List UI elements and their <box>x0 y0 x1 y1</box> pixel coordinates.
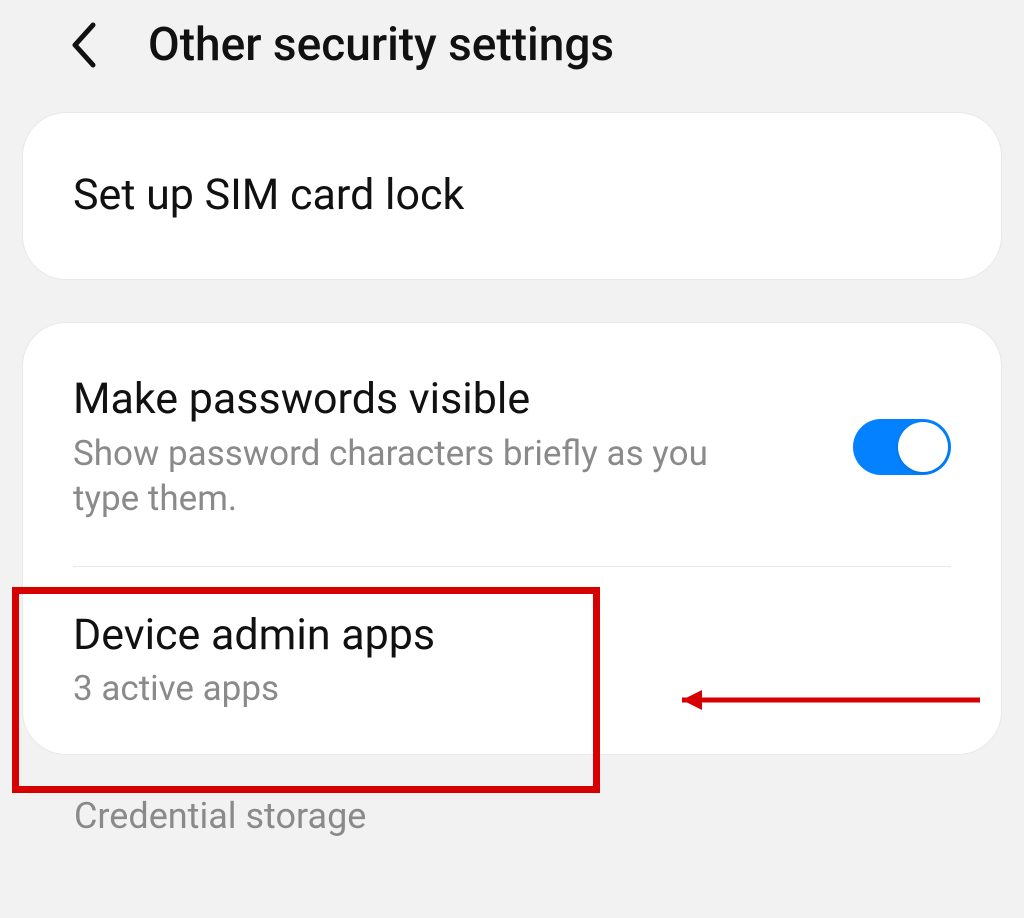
page-header: Other security settings <box>0 0 1024 112</box>
passwords-visible-subtitle: Show password characters briefly as you … <box>73 431 773 522</box>
row-device-admin-apps[interactable]: Device admin apps 3 active apps <box>23 567 1001 754</box>
device-admin-title: Device admin apps <box>73 609 951 663</box>
passwords-visible-title: Make passwords visible <box>73 373 833 427</box>
passwords-visible-toggle[interactable] <box>853 419 951 475</box>
device-admin-subtitle: 3 active apps <box>73 666 773 712</box>
page-title: Other security settings <box>148 18 614 72</box>
row-make-passwords-visible[interactable]: Make passwords visible Show password cha… <box>23 323 1001 566</box>
card-sim-lock: Set up SIM card lock <box>22 112 1002 280</box>
sim-lock-title: Set up SIM card lock <box>73 169 951 223</box>
toggle-thumb <box>898 422 948 472</box>
card-security-options: Make passwords visible Show password cha… <box>22 322 1002 755</box>
section-credential-storage: Credential storage <box>0 795 1024 837</box>
back-icon[interactable] <box>62 23 106 67</box>
row-sim-lock[interactable]: Set up SIM card lock <box>23 113 1001 279</box>
